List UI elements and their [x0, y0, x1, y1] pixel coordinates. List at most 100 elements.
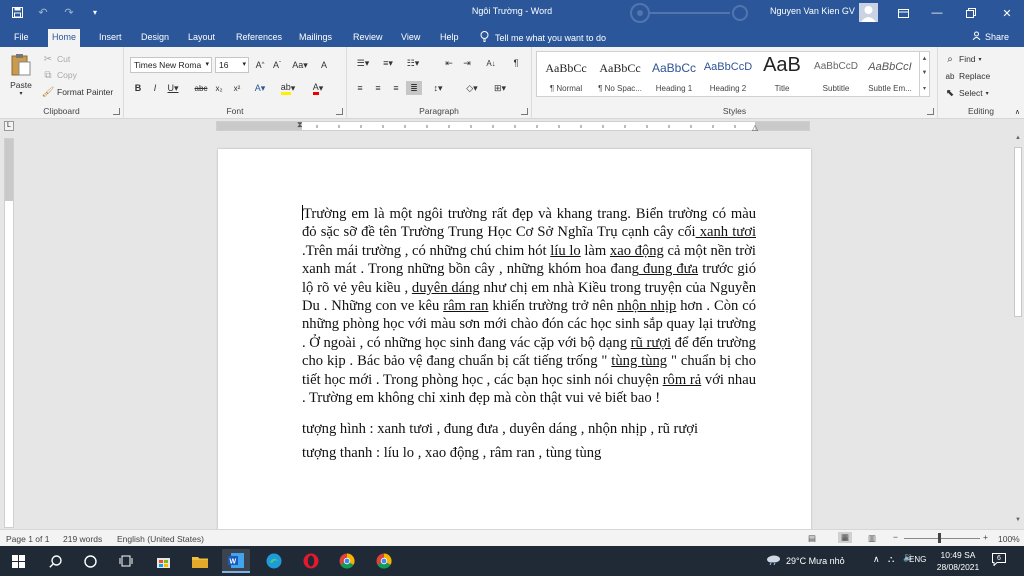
styles-launcher-icon[interactable] [927, 108, 934, 115]
horizontal-ruler[interactable]: ⧗ △ [216, 120, 810, 132]
superscript-button[interactable]: x² [229, 81, 245, 95]
font-name-box[interactable]: Times New Roma ▾ [130, 57, 212, 73]
file-explorer-icon[interactable] [186, 549, 214, 573]
word-count[interactable]: 219 words [63, 534, 102, 544]
style-no-spacing[interactable]: AaBbCc ¶ No Spac... [593, 52, 647, 96]
numbering-icon[interactable]: ≡▾ [377, 56, 399, 70]
meet-icon[interactable]: ⛬ [888, 554, 894, 565]
right-indent-marker-icon[interactable]: △ [752, 123, 758, 132]
ribbon-display-options-icon[interactable] [886, 0, 920, 26]
language-indicator-taskbar[interactable]: ENG [909, 555, 926, 564]
weather-widget[interactable]: 29°C Mưa nhỏ [766, 554, 845, 567]
find-button[interactable]: ⌕ Find ▾ [944, 53, 981, 65]
language-indicator[interactable]: English (United States) [117, 534, 204, 544]
chrome-profile-icon[interactable] [370, 549, 398, 573]
tab-layout[interactable]: Layout [184, 29, 219, 47]
more-icon[interactable]: ▾ [923, 85, 926, 92]
paragraph-launcher-icon[interactable] [521, 108, 528, 115]
vertical-ruler[interactable] [4, 138, 14, 528]
cortana-icon[interactable] [76, 549, 104, 573]
style-subtitle[interactable]: AaBbCcD Subtitle [809, 52, 863, 96]
font-size-box[interactable]: 16 ▾ [215, 57, 249, 73]
scroll-down-icon[interactable]: ▼ [1012, 517, 1024, 527]
style-title[interactable]: AaB Title [755, 52, 809, 96]
scroll-thumb[interactable] [1014, 147, 1022, 317]
windows-start-icon[interactable] [4, 549, 32, 573]
tab-file[interactable]: File [10, 29, 33, 47]
tab-mailings[interactable]: Mailings [295, 29, 336, 47]
subscript-button[interactable]: x₂ [211, 81, 227, 95]
tab-review[interactable]: Review [349, 29, 387, 47]
chevron-down-icon[interactable]: ▼ [922, 70, 928, 76]
tab-design[interactable]: Design [137, 29, 173, 47]
summary-line-pictographic[interactable]: tượng hình : xanh tươi , đung đưa , duyê… [302, 417, 756, 441]
tell-me-box[interactable]: Tell me what you want to do [480, 31, 606, 44]
font-launcher-icon[interactable] [336, 108, 343, 115]
opera-icon[interactable] [297, 549, 325, 573]
store-icon[interactable] [149, 549, 177, 573]
increase-indent-icon[interactable]: ⇥ [459, 56, 475, 70]
shrink-font-button[interactable]: Aˇ [269, 58, 285, 72]
avatar[interactable] [859, 3, 878, 22]
paste-button[interactable]: Paste ▾ [8, 53, 34, 97]
font-color-button[interactable]: A ▾ [310, 81, 326, 95]
grow-font-button[interactable]: A ^ [252, 58, 268, 72]
indent-marker-icon[interactable]: ⧗ [297, 120, 303, 130]
show-hidden-icons-icon[interactable]: ∧ [873, 554, 880, 565]
word-taskbar-icon[interactable]: W [222, 549, 250, 573]
tab-help[interactable]: Help [436, 29, 463, 47]
task-view-icon[interactable] [112, 549, 140, 573]
select-button[interactable]: ⬉ Select ▾ [944, 87, 989, 99]
sort-icon[interactable]: A↓ [483, 56, 499, 70]
collapse-ribbon-icon[interactable]: ∧ [1015, 108, 1020, 116]
show-marks-icon[interactable]: ¶ [508, 56, 524, 70]
chevron-up-icon[interactable]: ▲ [922, 56, 928, 62]
tab-home[interactable]: Home [48, 29, 81, 47]
line-spacing-icon[interactable]: ↕▾ [427, 81, 449, 95]
change-case-button[interactable]: Aa▾ [290, 58, 310, 72]
underline-button[interactable]: U▾ [165, 81, 181, 95]
customize-qat-icon[interactable]: ▾ [88, 5, 102, 19]
align-center-icon[interactable]: ≡ [370, 81, 386, 95]
strikethrough-button[interactable]: abc [193, 81, 209, 95]
replace-button[interactable]: ab Replace [944, 70, 991, 82]
highlight-button[interactable]: ab ▾ [280, 81, 296, 95]
decrease-indent-icon[interactable]: ⇤ [441, 56, 457, 70]
justify-icon[interactable]: ≣ [406, 81, 422, 95]
minimize-icon[interactable]: — [920, 0, 954, 26]
user-name[interactable]: Nguyen Van Kien GV [770, 6, 855, 16]
italic-button[interactable]: I [147, 81, 163, 95]
vertical-scrollbar[interactable]: ▲ ▼ [1012, 133, 1024, 529]
styles-scroll[interactable]: ▲ ▼ ▾ [919, 52, 929, 96]
tab-references[interactable]: References [232, 29, 286, 47]
tab-insert[interactable]: Insert [95, 29, 126, 47]
style-normal[interactable]: AaBbCc ¶ Normal [539, 52, 593, 96]
align-right-icon[interactable]: ≡ [388, 81, 404, 95]
clear-formatting-icon[interactable]: A [316, 58, 332, 72]
shading-icon[interactable]: ◇▾ [461, 81, 483, 95]
align-left-icon[interactable]: ≡ [352, 81, 368, 95]
copy-button[interactable]: ⧉ Copy [42, 69, 76, 81]
zoom-out-icon[interactable]: − [893, 532, 898, 542]
save-icon[interactable] [10, 5, 24, 19]
share-button[interactable]: Share [972, 31, 1009, 42]
edge-icon[interactable] [260, 549, 288, 573]
cut-button[interactable]: ✂ Cut [42, 53, 70, 65]
borders-icon[interactable]: ⊞▾ [489, 81, 511, 95]
format-painter-button[interactable]: 🖌 Format Painter [42, 86, 114, 98]
read-mode-icon[interactable]: ▤ [808, 533, 816, 544]
chrome-icon[interactable] [333, 549, 361, 573]
search-icon[interactable] [41, 549, 69, 573]
scroll-up-icon[interactable]: ▲ [1012, 135, 1024, 145]
main-paragraph[interactable]: Trường em là một ngôi trường rất đẹp và … [302, 205, 756, 407]
document-body[interactable]: Trường em là một ngôi trường rất đẹp và … [302, 205, 756, 465]
zoom-slider-knob[interactable] [938, 533, 941, 543]
clipboard-launcher-icon[interactable] [113, 108, 120, 115]
text-effects-button[interactable]: A▾ [252, 81, 268, 95]
zoom-slider[interactable] [904, 538, 980, 539]
notification-center-icon[interactable]: 6 [992, 553, 1006, 566]
undo-icon[interactable]: ↶ [36, 5, 50, 19]
tab-view[interactable]: View [397, 29, 424, 47]
summary-line-onomatopoeic[interactable]: tượng thanh : líu lo , xao động , râm ra… [302, 441, 756, 465]
style-heading-2[interactable]: AaBbCcD Heading 2 [701, 52, 755, 96]
